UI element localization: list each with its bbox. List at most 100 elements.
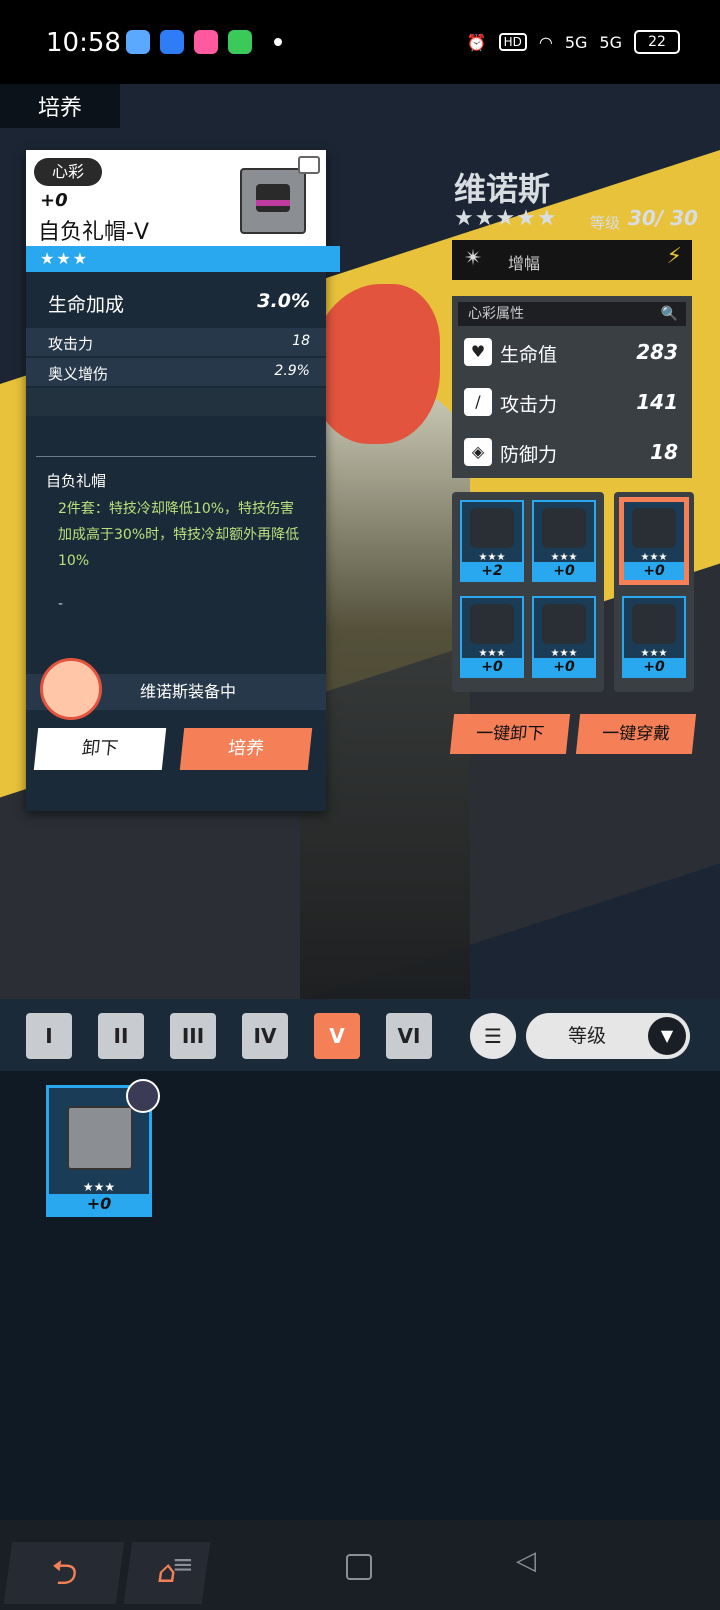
disk-icon <box>470 508 514 548</box>
sub-stat-value: 2.9% <box>274 363 310 379</box>
system-home-icon[interactable] <box>346 1554 372 1580</box>
sub-stat: 奥义增伤 2.9% <box>26 358 326 386</box>
disk-level: +0 <box>624 562 684 580</box>
set-four-piece: - <box>58 596 64 612</box>
disk-icon <box>67 1106 133 1170</box>
disk-slot[interactable]: ★★★ +0 <box>622 596 686 678</box>
slot-filter-2[interactable]: II <box>98 1013 144 1059</box>
page-title: 培养 <box>0 84 120 128</box>
train-button[interactable]: 培养 <box>179 728 313 770</box>
alarm-icon: ⏰ <box>466 32 487 52</box>
attribute-row-def: ◈ 防御力 18 <box>458 430 686 474</box>
filter-bar: I II III IV V VI ☰ 等级 ▼ <box>0 999 720 1071</box>
system-back-icon[interactable]: ◁ <box>516 1546 536 1576</box>
app-notification-icon <box>126 30 150 54</box>
attribute-value: 141 <box>636 390 678 414</box>
sort-label: 等级 <box>568 1025 607 1047</box>
hat-band <box>256 200 290 206</box>
attributes-header: 心彩属性 🔍 <box>458 302 686 326</box>
shield-icon: ◈ <box>464 438 492 466</box>
slot-filter-1[interactable]: I <box>26 1013 72 1059</box>
set-description: 2件套：特技冷却降低10%，特技伤害加成高于30%时，特技冷却额外再降低10% <box>58 501 300 569</box>
disk-level: +0 <box>40 190 68 211</box>
disk-inventory: ★★★ +0 <box>0 1071 720 1520</box>
back-button[interactable]: ⮌ <box>3 1542 125 1604</box>
disk-slot[interactable]: ★★★ +0 <box>532 596 596 678</box>
app-notification-icon <box>160 30 184 54</box>
main-stat: 生命加成 3.0% <box>26 278 326 326</box>
card-header: 心彩 +0 自负礼帽-V <box>26 150 326 246</box>
attribute-label: 攻击力 <box>500 394 558 416</box>
home-button[interactable]: ⌂ <box>123 1542 211 1604</box>
filter-icon[interactable]: ☰ <box>470 1013 516 1059</box>
slot-filter-6[interactable]: VI <box>386 1013 432 1059</box>
slot-filter-3[interactable]: III <box>170 1013 216 1059</box>
equipped-disks-column: ★★★ +0 ★★★ +0 <box>614 492 694 692</box>
notification-icons <box>126 30 252 54</box>
category-tag: 心彩 <box>34 158 102 186</box>
lightning-icon: ⚡ <box>666 244 682 269</box>
level-value: 30/ 30 <box>628 206 698 230</box>
attribute-value: 283 <box>636 340 678 364</box>
empty-sub-stat <box>26 388 326 416</box>
disk-level: +0 <box>462 658 522 676</box>
slot-filter-4[interactable]: IV <box>242 1013 288 1059</box>
main-stat-value: 3.0% <box>257 290 310 312</box>
disk-thumbnail <box>240 168 306 234</box>
top-hat-icon <box>256 184 290 212</box>
chevron-down-icon: ▼ <box>648 1017 686 1055</box>
attribute-row-atk: / 攻击力 141 <box>458 380 686 424</box>
status-indicators: ⏰ HD ◠ 5G 5G 22 <box>467 30 680 54</box>
bottom-nav: ⮌ ⌂ ≡ ◁ <box>0 1520 720 1610</box>
store-icon <box>228 30 252 54</box>
disk-icon <box>632 604 676 644</box>
rarity-stars: ★★★ <box>26 246 340 272</box>
disk-slot-selected[interactable]: ★★★ +0 <box>622 500 686 582</box>
signal-icon: 5G <box>564 32 588 52</box>
disk-attributes-panel: 心彩属性 🔍 ♥ 生命值 283 / 攻击力 141 ◈ 防御力 18 <box>452 296 692 478</box>
disk-level: +0 <box>534 562 594 580</box>
unequip-button[interactable]: 卸下 <box>33 728 167 770</box>
disk-slot[interactable]: ★★★ +2 <box>460 500 524 582</box>
battery-icon: 22 <box>634 30 680 54</box>
lock-icon[interactable] <box>298 156 320 174</box>
avatar <box>40 658 102 720</box>
attribute-row-hp: ♥ 生命值 283 <box>458 330 686 374</box>
heart-icon: ♥ <box>464 338 492 366</box>
equip-all-button[interactable]: 一键穿戴 <box>575 714 697 754</box>
disk-stars: ★★★ <box>82 1180 116 1194</box>
slot-filter-5[interactable]: V <box>314 1013 360 1059</box>
equipped-disks-grid: ★★★ +2 ★★★ +0 ★★★ +0 ★★★ +0 <box>452 492 604 692</box>
disk-icon <box>542 604 586 644</box>
signal-icon: 5G <box>599 32 622 52</box>
w-engine-slot[interactable]: ✴ 增幅 ⚡ <box>452 240 692 280</box>
sort-dropdown[interactable]: 等级 ▼ <box>526 1013 690 1059</box>
set-name: 自负礼帽 <box>46 472 107 490</box>
sub-stat: 攻击力 18 <box>26 328 326 356</box>
character-name: 维诺斯 <box>454 170 551 208</box>
disk-slot[interactable]: ★★★ +0 <box>532 500 596 582</box>
divider <box>36 456 316 457</box>
attributes-title: 心彩属性 <box>468 306 524 322</box>
menu-icon[interactable]: ≡ <box>172 1550 194 1580</box>
disk-level: +2 <box>462 562 522 580</box>
more-notifications-icon <box>274 38 282 46</box>
search-icon[interactable]: 🔍 <box>661 302 678 326</box>
level-label: 等级 <box>590 214 621 232</box>
character-stars: ★★★★★ <box>454 206 558 231</box>
disk-icon <box>470 604 514 644</box>
disk-level: +0 <box>49 1194 149 1214</box>
disk-icon <box>542 508 586 548</box>
disk-detail-card: 心彩 +0 自负礼帽-V ★★★ 生命加成 3.0% 攻击力 18 奥义增伤 2… <box>26 150 340 811</box>
clock: 10:58 <box>46 28 121 58</box>
hd-icon: HD <box>498 33 527 51</box>
w-engine-label: 增幅 <box>508 254 541 273</box>
unequip-all-button[interactable]: 一键卸下 <box>449 714 571 754</box>
main-stat-label: 生命加成 <box>48 294 125 316</box>
sub-stat-label: 奥义增伤 <box>48 365 109 383</box>
sub-stat-value: 18 <box>292 333 310 349</box>
attribute-value: 18 <box>650 440 678 464</box>
disk-slot[interactable]: ★★★ +0 <box>460 596 524 678</box>
top-hat-icon <box>632 508 676 548</box>
bilibili-icon <box>194 30 218 54</box>
